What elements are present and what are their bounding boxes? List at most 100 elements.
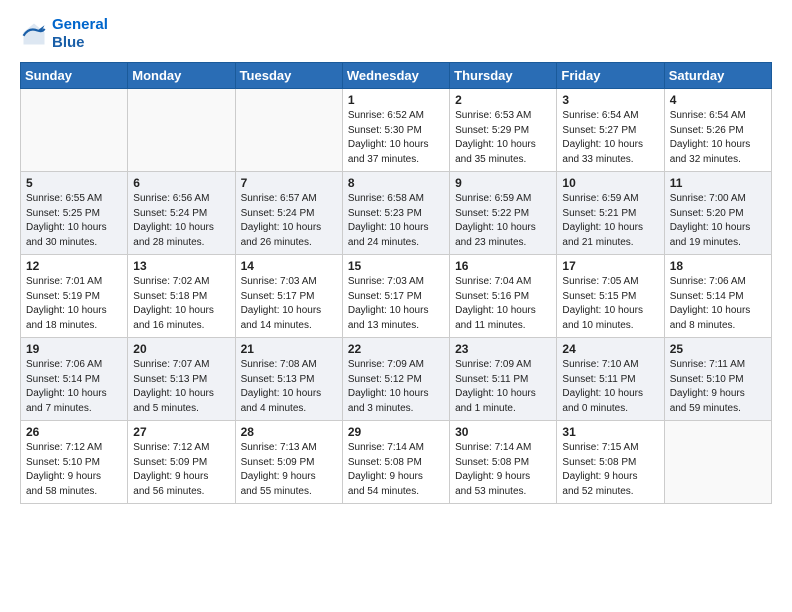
day-info: Sunrise: 7:15 AM Sunset: 5:08 PM Dayligh… <box>562 441 658 499</box>
calendar-cell <box>128 89 235 172</box>
calendar-cell: 31 Sunrise: 7:15 AM Sunset: 5:08 PM Dayli… <box>557 421 664 504</box>
day-number: 18 <box>670 259 766 273</box>
logo: General Blue <box>20 16 108 52</box>
day-number: 28 <box>241 425 337 439</box>
calendar-cell: 3Sunrise: 6:54 AM Sunset: 5:27 PM Daylig… <box>557 89 664 172</box>
calendar-cell: 8Sunrise: 6:58 AM Sunset: 5:23 PM Daylig… <box>342 172 449 255</box>
day-number: 7 <box>241 176 337 190</box>
calendar-cell: 19 Sunrise: 7:06 AM Sunset: 5:14 PM Dayli… <box>21 338 128 421</box>
day-number: 23 <box>455 342 551 356</box>
day-info: Sunrise: 7:02 AM Sunset: 5:18 PM Dayligh… <box>133 275 229 333</box>
calendar-week-row: 19 Sunrise: 7:06 AM Sunset: 5:14 PM Dayli… <box>21 338 772 421</box>
day-info: Sunrise: 7:03 AM Sunset: 5:17 PM Dayligh… <box>348 275 444 333</box>
day-number: 2 <box>455 93 551 107</box>
calendar-day-header: Tuesday <box>235 63 342 89</box>
day-number: 4 <box>670 93 766 107</box>
calendar-cell: 16Sunrise: 7:04 AM Sunset: 5:16 PM Dayli… <box>450 255 557 338</box>
day-info: Sunrise: 6:57 AM Sunset: 5:24 PM Dayligh… <box>241 192 337 250</box>
day-info: Sunrise: 7:11 AM Sunset: 5:10 PM Dayligh… <box>670 358 766 416</box>
calendar-cell: 30 Sunrise: 7:14 AM Sunset: 5:08 PM Dayli… <box>450 421 557 504</box>
day-number: 5 <box>26 176 122 190</box>
day-info: Sunrise: 7:09 AM Sunset: 5:12 PM Dayligh… <box>348 358 444 416</box>
day-info: Sunrise: 7:09 AM Sunset: 5:11 PM Dayligh… <box>455 358 551 416</box>
day-number: 12 <box>26 259 122 273</box>
calendar-cell: 9Sunrise: 6:59 AM Sunset: 5:22 PM Daylig… <box>450 172 557 255</box>
calendar-cell: 26Sunrise: 7:12 AM Sunset: 5:10 PM Dayli… <box>21 421 128 504</box>
header: General Blue <box>20 16 772 52</box>
calendar-day-header: Monday <box>128 63 235 89</box>
day-number: 24 <box>562 342 658 356</box>
day-number: 17 <box>562 259 658 273</box>
day-info: Sunrise: 6:58 AM Sunset: 5:23 PM Dayligh… <box>348 192 444 250</box>
calendar-day-header: Wednesday <box>342 63 449 89</box>
day-info: Sunrise: 7:14 AM Sunset: 5:08 PM Dayligh… <box>455 441 551 499</box>
day-info: Sunrise: 7:01 AM Sunset: 5:19 PM Dayligh… <box>26 275 122 333</box>
calendar-week-row: 1 Sunrise: 6:52 AM Sunset: 5:30 PM Daylig… <box>21 89 772 172</box>
day-info: Sunrise: 7:06 AM Sunset: 5:14 PM Dayligh… <box>670 275 766 333</box>
page: General Blue SundayMondayTuesdayWednesda… <box>0 0 792 520</box>
day-number: 29 <box>348 425 444 439</box>
day-info: Sunrise: 7:10 AM Sunset: 5:11 PM Dayligh… <box>562 358 658 416</box>
day-number: 20 <box>133 342 229 356</box>
calendar-cell: 14 Sunrise: 7:03 AM Sunset: 5:17 PM Dayli… <box>235 255 342 338</box>
day-number: 21 <box>241 342 337 356</box>
day-info: Sunrise: 7:12 AM Sunset: 5:09 PM Dayligh… <box>133 441 229 499</box>
day-info: Sunrise: 6:52 AM Sunset: 5:30 PM Dayligh… <box>348 109 444 167</box>
day-info: Sunrise: 6:53 AM Sunset: 5:29 PM Dayligh… <box>455 109 551 167</box>
calendar-day-header: Thursday <box>450 63 557 89</box>
day-number: 22 <box>348 342 444 356</box>
calendar-week-row: 12 Sunrise: 7:01 AM Sunset: 5:19 PM Dayli… <box>21 255 772 338</box>
day-info: Sunrise: 7:00 AM Sunset: 5:20 PM Dayligh… <box>670 192 766 250</box>
calendar-cell: 12 Sunrise: 7:01 AM Sunset: 5:19 PM Dayli… <box>21 255 128 338</box>
day-info: Sunrise: 6:55 AM Sunset: 5:25 PM Dayligh… <box>26 192 122 250</box>
calendar-day-header: Friday <box>557 63 664 89</box>
day-info: Sunrise: 7:03 AM Sunset: 5:17 PM Dayligh… <box>241 275 337 333</box>
day-number: 15 <box>348 259 444 273</box>
day-info: Sunrise: 7:12 AM Sunset: 5:10 PM Dayligh… <box>26 441 122 499</box>
calendar-cell: 21 Sunrise: 7:08 AM Sunset: 5:13 PM Dayli… <box>235 338 342 421</box>
calendar-cell: 29 Sunrise: 7:14 AM Sunset: 5:08 PM Dayli… <box>342 421 449 504</box>
calendar-day-header: Sunday <box>21 63 128 89</box>
calendar-cell: 18 Sunrise: 7:06 AM Sunset: 5:14 PM Dayli… <box>664 255 771 338</box>
day-number: 16 <box>455 259 551 273</box>
day-info: Sunrise: 6:54 AM Sunset: 5:26 PM Dayligh… <box>670 109 766 167</box>
day-number: 3 <box>562 93 658 107</box>
calendar-cell: 17Sunrise: 7:05 AM Sunset: 5:15 PM Dayli… <box>557 255 664 338</box>
day-number: 19 <box>26 342 122 356</box>
calendar-cell: 7 Sunrise: 6:57 AM Sunset: 5:24 PM Daylig… <box>235 172 342 255</box>
logo-text: General Blue <box>52 16 108 52</box>
calendar-cell: 2 Sunrise: 6:53 AM Sunset: 5:29 PM Daylig… <box>450 89 557 172</box>
day-number: 31 <box>562 425 658 439</box>
day-number: 10 <box>562 176 658 190</box>
calendar-cell: 25 Sunrise: 7:11 AM Sunset: 5:10 PM Dayli… <box>664 338 771 421</box>
day-info: Sunrise: 6:59 AM Sunset: 5:22 PM Dayligh… <box>455 192 551 250</box>
calendar-cell: 4 Sunrise: 6:54 AM Sunset: 5:26 PM Daylig… <box>664 89 771 172</box>
calendar-cell: 6Sunrise: 6:56 AM Sunset: 5:24 PM Daylig… <box>128 172 235 255</box>
logo-icon <box>20 20 48 48</box>
day-info: Sunrise: 7:06 AM Sunset: 5:14 PM Dayligh… <box>26 358 122 416</box>
calendar-cell: 5 Sunrise: 6:55 AM Sunset: 5:25 PM Daylig… <box>21 172 128 255</box>
day-number: 30 <box>455 425 551 439</box>
calendar-cell: 13 Sunrise: 7:02 AM Sunset: 5:18 PM Dayli… <box>128 255 235 338</box>
calendar-cell: 11Sunrise: 7:00 AM Sunset: 5:20 PM Dayli… <box>664 172 771 255</box>
calendar-cell: 23 Sunrise: 7:09 AM Sunset: 5:11 PM Dayli… <box>450 338 557 421</box>
calendar-cell <box>235 89 342 172</box>
calendar-cell: 10 Sunrise: 6:59 AM Sunset: 5:21 PM Dayli… <box>557 172 664 255</box>
calendar-cell: 15 Sunrise: 7:03 AM Sunset: 5:17 PM Dayli… <box>342 255 449 338</box>
day-number: 6 <box>133 176 229 190</box>
day-info: Sunrise: 7:14 AM Sunset: 5:08 PM Dayligh… <box>348 441 444 499</box>
day-number: 14 <box>241 259 337 273</box>
day-number: 13 <box>133 259 229 273</box>
day-number: 1 <box>348 93 444 107</box>
day-info: Sunrise: 7:08 AM Sunset: 5:13 PM Dayligh… <box>241 358 337 416</box>
day-number: 25 <box>670 342 766 356</box>
calendar-cell <box>21 89 128 172</box>
calendar-cell: 27 Sunrise: 7:12 AM Sunset: 5:09 PM Dayli… <box>128 421 235 504</box>
calendar-cell: 24 Sunrise: 7:10 AM Sunset: 5:11 PM Dayli… <box>557 338 664 421</box>
calendar-cell <box>664 421 771 504</box>
calendar-cell: 22 Sunrise: 7:09 AM Sunset: 5:12 PM Dayli… <box>342 338 449 421</box>
calendar-week-row: 26Sunrise: 7:12 AM Sunset: 5:10 PM Dayli… <box>21 421 772 504</box>
day-number: 27 <box>133 425 229 439</box>
calendar-cell: 1 Sunrise: 6:52 AM Sunset: 5:30 PM Daylig… <box>342 89 449 172</box>
day-info: Sunrise: 6:59 AM Sunset: 5:21 PM Dayligh… <box>562 192 658 250</box>
